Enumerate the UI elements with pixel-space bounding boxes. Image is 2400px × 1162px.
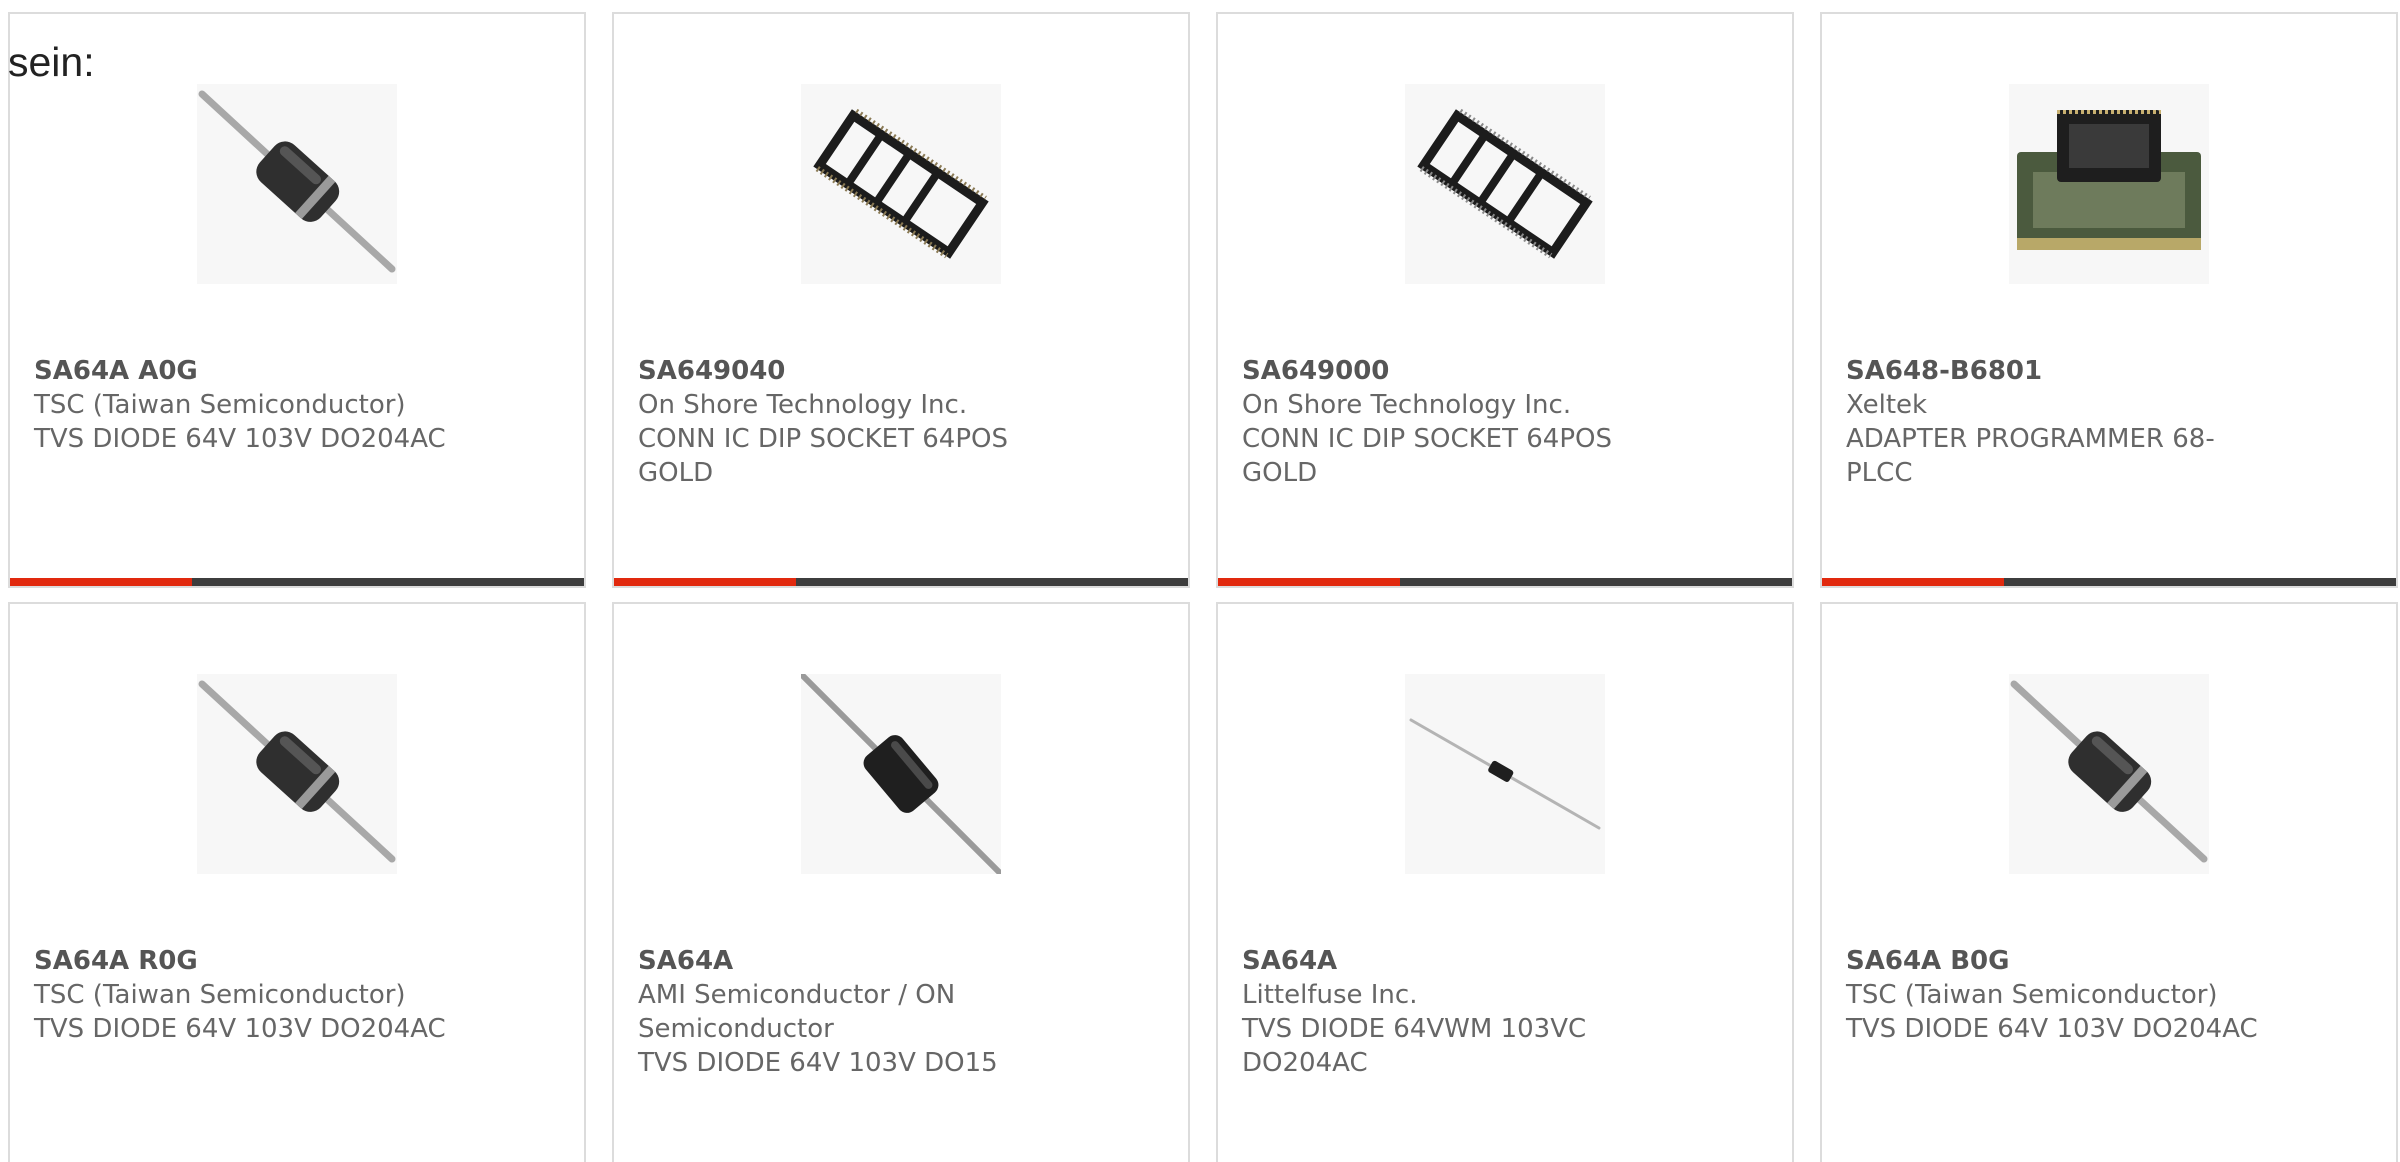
dip-socket-icon[interactable] bbox=[1405, 84, 1605, 284]
manufacturer-label: TSC (Taiwan Semiconductor) bbox=[34, 980, 406, 1010]
product-card[interactable]: SA649040 On Shore Technology Inc. CONN I… bbox=[612, 12, 1190, 588]
description-label: TVS DIODE 64VWM 103VC DO204AC bbox=[1242, 1014, 1587, 1078]
intro-text: sein: bbox=[8, 39, 95, 85]
product-info: SA64A R0G TSC (Taiwan Semiconductor) TVS… bbox=[34, 944, 454, 1046]
product-card[interactable]: SA64A Littelfuse Inc. TVS DIODE 64VWM 10… bbox=[1216, 602, 1794, 1162]
product-results-page: SA64A A0G TSC (Taiwan Semiconductor) TVS… bbox=[0, 0, 2400, 1162]
description-label: CONN IC DIP SOCKET 64POS GOLD bbox=[1242, 424, 1612, 488]
product-card[interactable]: SA64A AMI Semiconductor / ON Semiconduct… bbox=[612, 602, 1190, 1162]
description-label: TVS DIODE 64V 103V DO204AC bbox=[34, 1014, 446, 1044]
product-card[interactable]: SA64A A0G TSC (Taiwan Semiconductor) TVS… bbox=[8, 12, 586, 588]
manufacturer-label: Xeltek bbox=[1846, 390, 1928, 420]
description-label: TVS DIODE 64V 103V DO204AC bbox=[34, 424, 446, 454]
product-info: SA648-B6801 Xeltek ADAPTER PROGRAMMER 68… bbox=[1846, 354, 2266, 490]
description-label: CONN IC DIP SOCKET 64POS GOLD bbox=[638, 424, 1008, 488]
card-bottom-bar bbox=[1218, 578, 1792, 586]
card-accent-bar bbox=[1218, 578, 1400, 586]
axial-diode-icon[interactable] bbox=[801, 674, 1001, 874]
product-card[interactable]: SA649000 On Shore Technology Inc. CONN I… bbox=[1216, 12, 1794, 588]
manufacturer-label: TSC (Taiwan Semiconductor) bbox=[34, 390, 406, 420]
programmer-adapter-icon[interactable] bbox=[2009, 84, 2209, 284]
manufacturer-label: AMI Semiconductor / ON Semiconductor bbox=[638, 980, 956, 1044]
part-number-link[interactable]: SA64A R0G bbox=[34, 944, 454, 978]
part-number-link[interactable]: SA649000 bbox=[1242, 354, 1662, 388]
card-bottom-bar bbox=[10, 578, 584, 586]
manufacturer-label: TSC (Taiwan Semiconductor) bbox=[1846, 980, 2218, 1010]
product-card[interactable]: SA64A R0G TSC (Taiwan Semiconductor) TVS… bbox=[8, 602, 586, 1162]
product-info: SA64A B0G TSC (Taiwan Semiconductor) TVS… bbox=[1846, 944, 2266, 1046]
axial-diode-icon[interactable] bbox=[197, 674, 397, 874]
axial-diode-icon[interactable] bbox=[2009, 674, 2209, 874]
part-number-link[interactable]: SA648-B6801 bbox=[1846, 354, 2266, 388]
axial-diode-icon[interactable] bbox=[1405, 674, 1605, 874]
product-info: SA64A Littelfuse Inc. TVS DIODE 64VWM 10… bbox=[1242, 944, 1662, 1080]
dip-socket-icon[interactable] bbox=[801, 84, 1001, 284]
manufacturer-label: On Shore Technology Inc. bbox=[638, 390, 968, 420]
part-number-link[interactable]: SA649040 bbox=[638, 354, 1058, 388]
product-grid: SA64A A0G TSC (Taiwan Semiconductor) TVS… bbox=[8, 12, 2398, 1162]
card-accent-bar bbox=[1822, 578, 2004, 586]
description-label: TVS DIODE 64V 103V DO15 bbox=[638, 1048, 998, 1078]
card-bottom-bar bbox=[614, 578, 1188, 586]
axial-diode-icon[interactable] bbox=[197, 84, 397, 284]
product-card[interactable]: SA648-B6801 Xeltek ADAPTER PROGRAMMER 68… bbox=[1820, 12, 2398, 588]
description-label: ADAPTER PROGRAMMER 68-PLCC bbox=[1846, 424, 2215, 488]
manufacturer-label: Littelfuse Inc. bbox=[1242, 980, 1418, 1010]
product-info: SA64A A0G TSC (Taiwan Semiconductor) TVS… bbox=[34, 354, 454, 456]
product-info: SA64A AMI Semiconductor / ON Semiconduct… bbox=[638, 944, 1058, 1080]
part-number-link[interactable]: SA64A bbox=[638, 944, 1058, 978]
manufacturer-label: On Shore Technology Inc. bbox=[1242, 390, 1572, 420]
card-accent-bar bbox=[614, 578, 796, 586]
card-accent-bar bbox=[10, 578, 192, 586]
description-label: TVS DIODE 64V 103V DO204AC bbox=[1846, 1014, 2258, 1044]
card-bottom-bar bbox=[1822, 578, 2396, 586]
product-info: SA649000 On Shore Technology Inc. CONN I… bbox=[1242, 354, 1662, 490]
product-card[interactable]: SA64A B0G TSC (Taiwan Semiconductor) TVS… bbox=[1820, 602, 2398, 1162]
part-number-link[interactable]: SA64A B0G bbox=[1846, 944, 2266, 978]
part-number-link[interactable]: SA64A A0G bbox=[34, 354, 454, 388]
part-number-link[interactable]: SA64A bbox=[1242, 944, 1662, 978]
product-info: SA649040 On Shore Technology Inc. CONN I… bbox=[638, 354, 1058, 490]
